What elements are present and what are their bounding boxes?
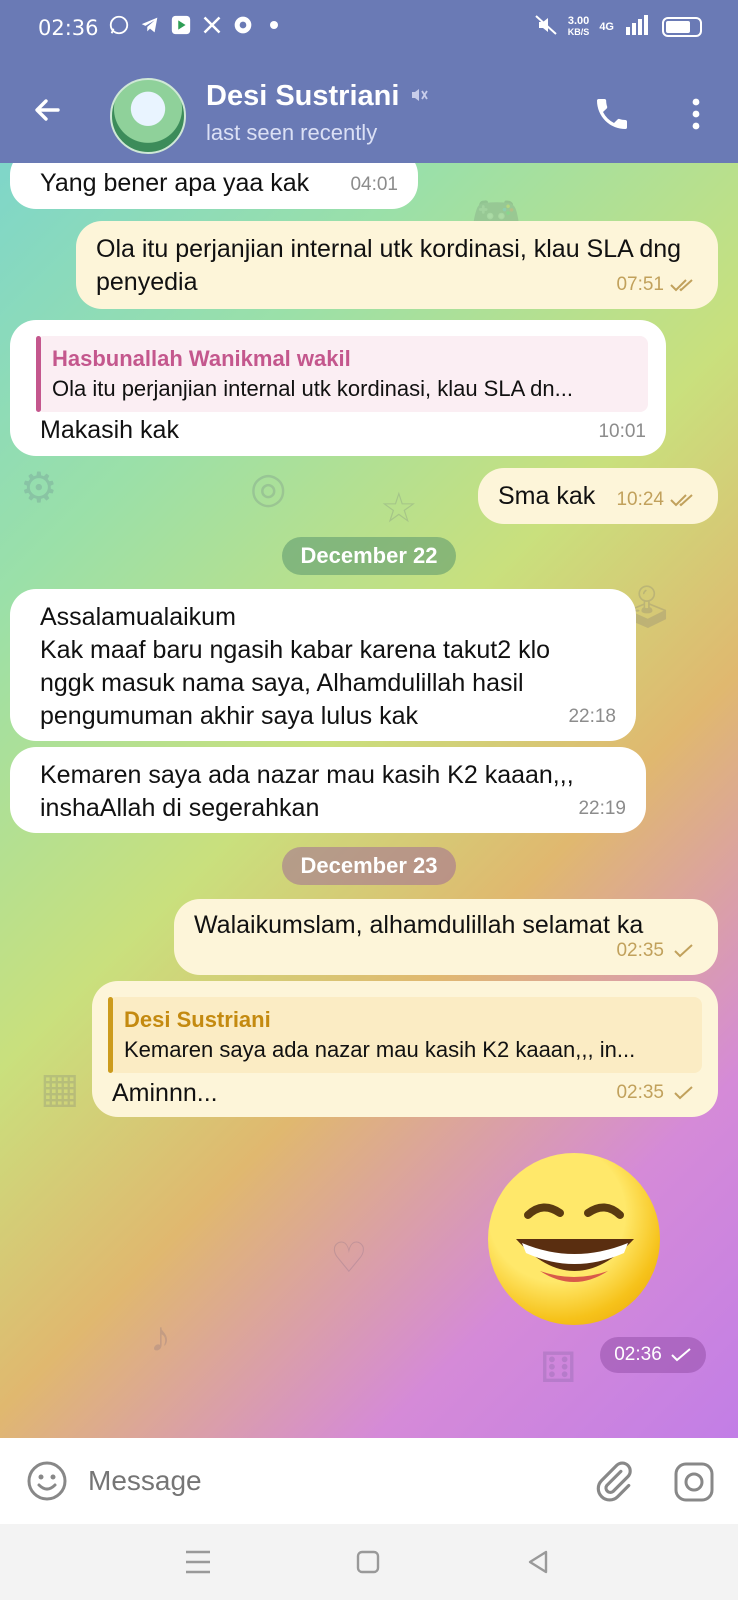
time-text: 22:18 [568,706,616,727]
emoji-icon[interactable] [26,1460,68,1502]
system-nav-bar [0,1524,738,1600]
contact-name[interactable]: Desi Sustriani [206,80,429,113]
speed-unit: KB/S [567,26,590,37]
status-bar: 02:36 3.00 KB/S 4G [0,0,738,58]
chat-area[interactable]: 🎮 ⚙ ☆ ◎ 🕹 ▦ ♡ ⚅ ♪ Yang bener apa yaa kak… [0,163,738,1438]
play-store-icon [170,14,192,36]
message-time: 04:01 [350,168,398,201]
dice-doodle: ⚅ [540,1344,577,1391]
check-icon [671,1348,691,1362]
more-vert-icon[interactable] [678,94,714,134]
message-outgoing[interactable]: Desi Sustriani Kemaren saya ada nazar ma… [92,981,718,1117]
message-outgoing[interactable]: Sma kak 10:24 [478,468,718,524]
date-separator: December 23 [282,847,456,885]
message-incoming[interactable]: Yang bener apa yaa kak 04:01 [10,163,418,209]
battery-icon [662,16,702,37]
contact-name-text: Desi Sustriani [206,80,400,112]
x-icon [201,14,223,36]
star-doodle: ☆ [380,484,418,531]
heart-doodle: ♡ [330,1234,368,1281]
speed-value: 3.00 [567,14,590,27]
time-text: 02:35 [616,1082,664,1103]
date-text: December 23 [300,853,438,878]
note-doodle: ♪ [150,1313,171,1360]
reply-author: Desi Sustriani [124,1007,271,1032]
sticker-time: 02:36 [600,1337,706,1373]
phone-icon[interactable] [592,94,632,134]
menu-nav-icon[interactable] [178,1542,218,1582]
app-icon [232,14,254,36]
message-incoming[interactable]: Hasbunallah Wanikmal wakil Ola itu perja… [10,320,666,456]
reply-quote[interactable]: Hasbunallah Wanikmal wakil Ola itu perja… [36,336,648,412]
message-text: Yang bener apa yaa kak [40,169,310,197]
contact-avatar[interactable] [110,78,186,154]
attach-icon[interactable] [592,1460,634,1502]
check-icon [674,943,693,957]
back-arrow-icon[interactable] [28,90,68,130]
status-time: 02:36 [38,16,99,40]
reply-author: Hasbunallah Wanikmal wakil [52,346,351,371]
reply-quote[interactable]: Desi Sustriani Kemaren saya ada nazar ma… [108,997,702,1073]
message-time: 10:24 [616,483,698,516]
whatsapp-icon [108,14,130,36]
time-text: 02:36 [614,1344,662,1365]
camera-icon[interactable] [672,1460,716,1504]
message-time: 07:51 [616,268,698,301]
message-outgoing[interactable]: Ola itu perjanjian internal utk kordinas… [76,221,718,309]
message-time: 02:35 [616,934,698,967]
double-check-icon [670,493,693,506]
muted-icon [409,80,429,113]
telegram-icon [139,14,161,36]
sticker-grinning-face[interactable] [488,1153,660,1325]
last-seen: last seen recently [206,120,378,145]
time-text: 10:24 [616,489,664,510]
message-input[interactable] [88,1460,558,1502]
network-speed: 3.00 KB/S [567,14,590,38]
time-text: 10:01 [598,421,646,442]
message-text: Aminnn... [112,1079,218,1107]
double-check-icon [670,278,693,291]
message-time: 10:01 [598,415,646,448]
message-time: 22:19 [578,792,626,825]
mute-status-icon [534,14,558,39]
time-text: 22:19 [578,798,626,819]
system-indicators: 3.00 KB/S 4G [534,14,702,39]
dot-icon [263,14,285,36]
square-doodle: ▦ [40,1064,80,1111]
message-text: Assalamualaikum Kak maaf baru ngasih kab… [40,603,551,730]
message-text: Makasih kak [40,416,179,444]
date-separator: December 22 [282,537,456,575]
back-nav-icon[interactable] [518,1542,558,1582]
network-type: 4G [599,20,614,33]
notification-icons [108,14,285,36]
message-incoming[interactable]: Kemaren saya ada nazar mau kasih K2 kaaa… [10,747,646,833]
message-time: 02:35 [616,1076,698,1109]
check-icon [674,1085,693,1099]
disc-doodle: ◎ [250,464,287,511]
message-incoming[interactable]: Assalamualaikum Kak maaf baru ngasih kab… [10,589,636,741]
message-text: Sma kak [498,482,596,510]
signal-icon [624,15,652,38]
gear-doodle: ⚙ [20,464,58,511]
reply-text: Ola itu perjanjian internal utk kordinas… [52,376,573,401]
time-text: 07:51 [616,274,664,295]
message-time: 22:18 [568,700,616,733]
message-input-bar [0,1438,738,1524]
time-text: 04:01 [350,174,398,195]
top-bar: 02:36 3.00 KB/S 4G Desi Sustriani last s… [0,0,738,163]
message-text: Ola itu perjanjian internal utk kordinas… [96,235,682,296]
reply-text: Kemaren saya ada nazar mau kasih K2 kaaa… [124,1037,636,1062]
grinning-squinting-face-icon [516,1203,634,1282]
time-text: 02:35 [616,940,664,961]
home-nav-icon[interactable] [348,1542,388,1582]
message-text: Kemaren saya ada nazar mau kasih K2 kaaa… [40,761,574,822]
date-text: December 22 [300,543,438,568]
message-text: Walaikumslam, alhamdulillah selamat ka [194,911,644,939]
message-outgoing[interactable]: Walaikumslam, alhamdulillah selamat ka 0… [174,899,718,975]
chat-header: Desi Sustriani last seen recently [0,70,738,160]
